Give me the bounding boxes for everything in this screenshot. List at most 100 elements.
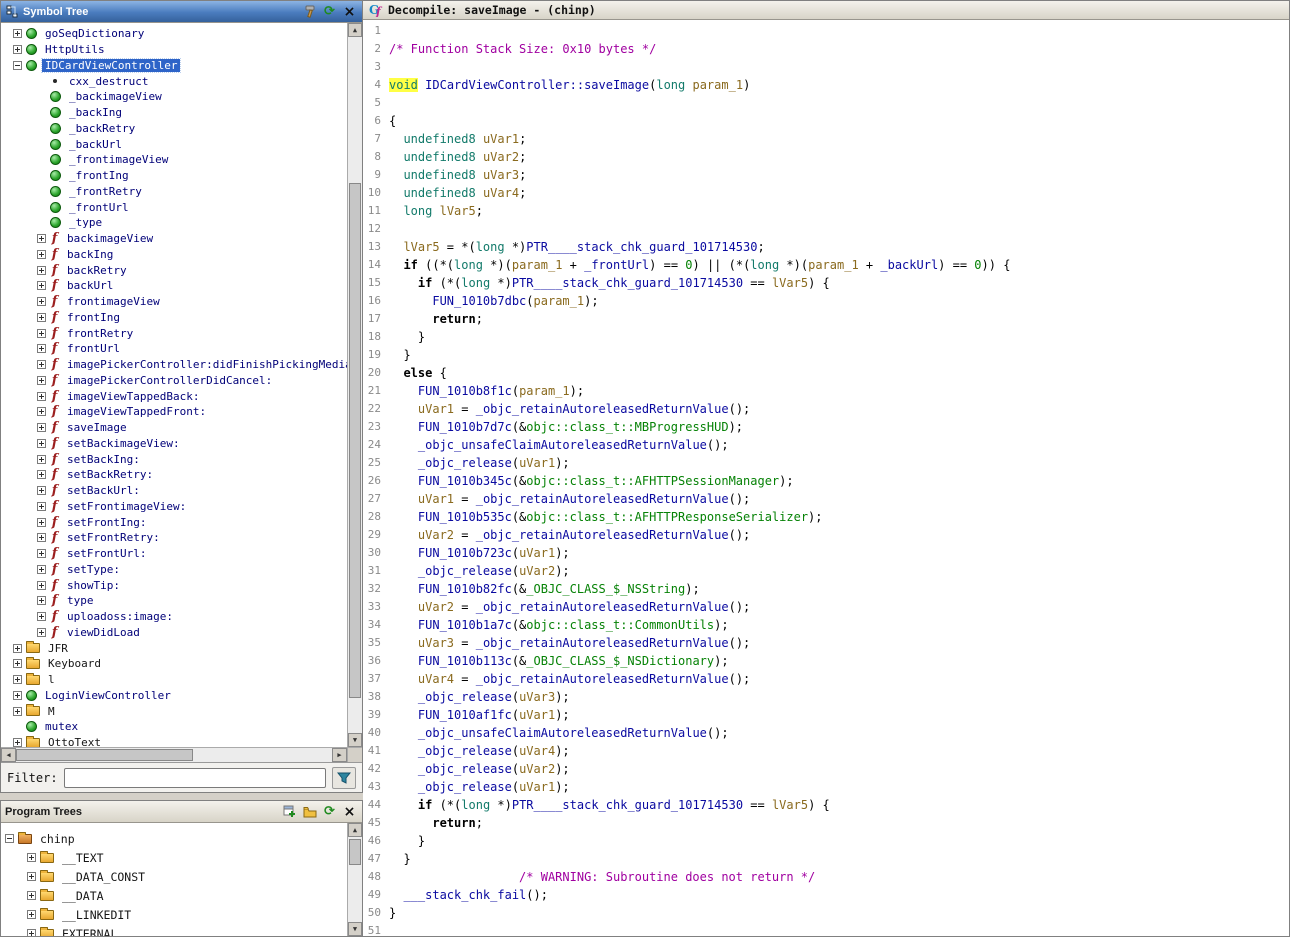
code-text[interactable]: long lVar5; — [389, 202, 483, 220]
tree-item-linkedit[interactable]: __LINKEDIT — [1, 905, 347, 924]
expand-icon[interactable] — [37, 455, 46, 464]
scrollbar-thumb[interactable] — [16, 749, 193, 761]
code-text[interactable]: if (*(long *)PTR____stack_chk_guard_1017… — [389, 796, 830, 814]
expand-icon[interactable] — [37, 313, 46, 322]
filter-input[interactable] — [64, 768, 326, 788]
expand-icon[interactable] — [37, 360, 46, 369]
tree-item-showtip[interactable]: fshowTip: — [1, 577, 347, 593]
tree-item-loginviewcontroller[interactable]: LoginViewController — [1, 688, 347, 704]
scrollbar-thumb[interactable] — [349, 839, 361, 865]
open-folder-icon[interactable] — [301, 804, 318, 820]
code-text[interactable]: ___stack_chk_fail(); — [389, 886, 548, 904]
code-text[interactable]: uVar2 = _objc_retainAutoreleasedReturnVa… — [389, 526, 750, 544]
tree-item-jfr[interactable]: JFR — [1, 640, 347, 656]
tree-item-backurl[interactable]: _backUrl — [1, 136, 347, 152]
tree-item-backimageview[interactable]: fbackimageView — [1, 231, 347, 247]
expand-icon[interactable] — [27, 853, 36, 862]
code-text[interactable]: FUN_1010b723c(uVar1); — [389, 544, 570, 562]
tree-item-uploadoss-image[interactable]: fuploadoss:image: — [1, 609, 347, 625]
tree-item-imageviewtappedback[interactable]: fimageViewTappedBack: — [1, 388, 347, 404]
refresh-icon[interactable]: ⟳ — [321, 804, 338, 820]
code-text[interactable]: { — [389, 112, 396, 130]
tree-item-l[interactable]: l — [1, 672, 347, 688]
symbol-tree-hscrollbar[interactable]: ◀ ▶ — [1, 747, 362, 762]
code-text[interactable]: uVar3 = _objc_retainAutoreleasedReturnVa… — [389, 634, 750, 652]
code-text[interactable]: /* WARNING: Subroutine does not return *… — [389, 868, 815, 886]
scroll-left-icon[interactable]: ◀ — [1, 748, 16, 762]
expand-icon[interactable] — [13, 738, 22, 747]
tree-item-cxx-destruct[interactable]: cxx_destruct — [1, 73, 347, 89]
code-text[interactable]: undefined8 uVar4; — [389, 184, 526, 202]
expand-icon[interactable] — [37, 581, 46, 590]
tree-item-backretry[interactable]: fbackRetry — [1, 262, 347, 278]
tree-item-httputils[interactable]: HttpUtils — [1, 42, 347, 58]
tree-item-viewdidload[interactable]: fviewDidLoad — [1, 625, 347, 641]
tree-item-chinp[interactable]: chinp — [1, 829, 347, 848]
tree-item-imageviewtappedfront[interactable]: fimageViewTappedFront: — [1, 404, 347, 420]
program-tree-vscrollbar[interactable]: ▲ ▼ — [347, 823, 362, 936]
expand-icon[interactable] — [37, 596, 46, 605]
code-text[interactable]: _objc_unsafeClaimAutoreleasedReturnValue… — [389, 724, 729, 742]
scrollbar-track[interactable] — [16, 748, 332, 762]
code-text[interactable]: FUN_1010b7d7c(&objc::class_t::MBProgress… — [389, 418, 743, 436]
code-text[interactable]: undefined8 uVar3; — [389, 166, 526, 184]
expand-icon[interactable] — [27, 891, 36, 900]
code-text[interactable]: lVar5 = *(long *)PTR____stack_chk_guard_… — [389, 238, 765, 256]
code-text[interactable]: uVar2 = _objc_retainAutoreleasedReturnVa… — [389, 598, 750, 616]
code-text[interactable]: FUN_1010b7dbc(param_1); — [389, 292, 599, 310]
expand-icon[interactable] — [37, 281, 46, 290]
tree-item-imagepickercontroller-didfinishpickingmedia[interactable]: fimagePickerController:didFinishPickingM… — [1, 357, 347, 373]
collapse-icon[interactable] — [13, 61, 22, 70]
expand-icon[interactable] — [37, 470, 46, 479]
scroll-up-icon[interactable]: ▲ — [348, 823, 362, 837]
code-text[interactable]: undefined8 uVar1; — [389, 130, 526, 148]
code-text[interactable]: _objc_release(uVar1); — [389, 454, 570, 472]
expand-icon[interactable] — [37, 234, 46, 243]
expand-icon[interactable] — [13, 45, 22, 54]
pin-icon[interactable] — [301, 4, 318, 20]
expand-icon[interactable] — [37, 297, 46, 306]
tree-item-setbackretry[interactable]: fsetBackRetry: — [1, 467, 347, 483]
tree-item-setbackimageview[interactable]: fsetBackimageView: — [1, 436, 347, 452]
tree-item-data[interactable]: __DATA — [1, 886, 347, 905]
tree-item-external[interactable]: EXTERNAL — [1, 924, 347, 936]
code-text[interactable]: uVar4 = _objc_retainAutoreleasedReturnVa… — [389, 670, 750, 688]
expand-icon[interactable] — [27, 929, 36, 936]
expand-icon[interactable] — [27, 910, 36, 919]
tree-item-backimageview[interactable]: _backimageView — [1, 89, 347, 105]
filter-options-button[interactable] — [332, 767, 356, 789]
tree-item-imagepickercontrollerdidcancel[interactable]: fimagePickerControllerDidCancel: — [1, 373, 347, 389]
tree-item-mutex[interactable]: mutex — [1, 719, 347, 735]
code-text[interactable]: FUN_1010b82fc(&_OBJC_CLASS_$_NSString); — [389, 580, 700, 598]
code-text[interactable]: uVar1 = _objc_retainAutoreleasedReturnVa… — [389, 400, 750, 418]
code-text[interactable]: _objc_release(uVar3); — [389, 688, 570, 706]
expand-icon[interactable] — [37, 392, 46, 401]
expand-icon[interactable] — [13, 707, 22, 716]
tree-item-setbacking[interactable]: fsetBackIng: — [1, 451, 347, 467]
expand-icon[interactable] — [13, 691, 22, 700]
new-tree-icon[interactable] — [281, 804, 298, 820]
tree-item-idcardviewcontroller[interactable]: IDCardViewController — [1, 58, 347, 74]
scroll-right-icon[interactable]: ▶ — [332, 748, 347, 762]
code-text[interactable]: _objc_release(uVar2); — [389, 562, 570, 580]
tree-item-ottotext[interactable]: OttoText — [1, 735, 347, 747]
code-text[interactable]: FUN_1010b345c(&objc::class_t::AFHTTPSess… — [389, 472, 794, 490]
code-text[interactable]: void IDCardViewController::saveImage(lon… — [389, 76, 750, 94]
code-text[interactable]: if (*(long *)PTR____stack_chk_guard_1017… — [389, 274, 830, 292]
code-text[interactable]: /* Function Stack Size: 0x10 bytes */ — [389, 40, 656, 58]
tree-item-fronting[interactable]: _frontIng — [1, 168, 347, 184]
scrollbar-track[interactable] — [348, 837, 362, 922]
tree-item-setfronturl[interactable]: fsetFrontUrl: — [1, 546, 347, 562]
scroll-down-icon[interactable]: ▼ — [348, 922, 362, 936]
expand-icon[interactable] — [37, 423, 46, 432]
scrollbar-track[interactable] — [348, 37, 362, 733]
close-icon[interactable]: × — [341, 804, 358, 820]
expand-icon[interactable] — [37, 266, 46, 275]
tree-item-frontretry[interactable]: ffrontRetry — [1, 325, 347, 341]
code-text[interactable]: undefined8 uVar2; — [389, 148, 526, 166]
tree-item-goseqdictionary[interactable]: goSeqDictionary — [1, 26, 347, 42]
tree-item-backretry[interactable]: _backRetry — [1, 121, 347, 137]
tree-item-settype[interactable]: fsetType: — [1, 562, 347, 578]
expand-icon[interactable] — [37, 376, 46, 385]
expand-icon[interactable] — [37, 486, 46, 495]
